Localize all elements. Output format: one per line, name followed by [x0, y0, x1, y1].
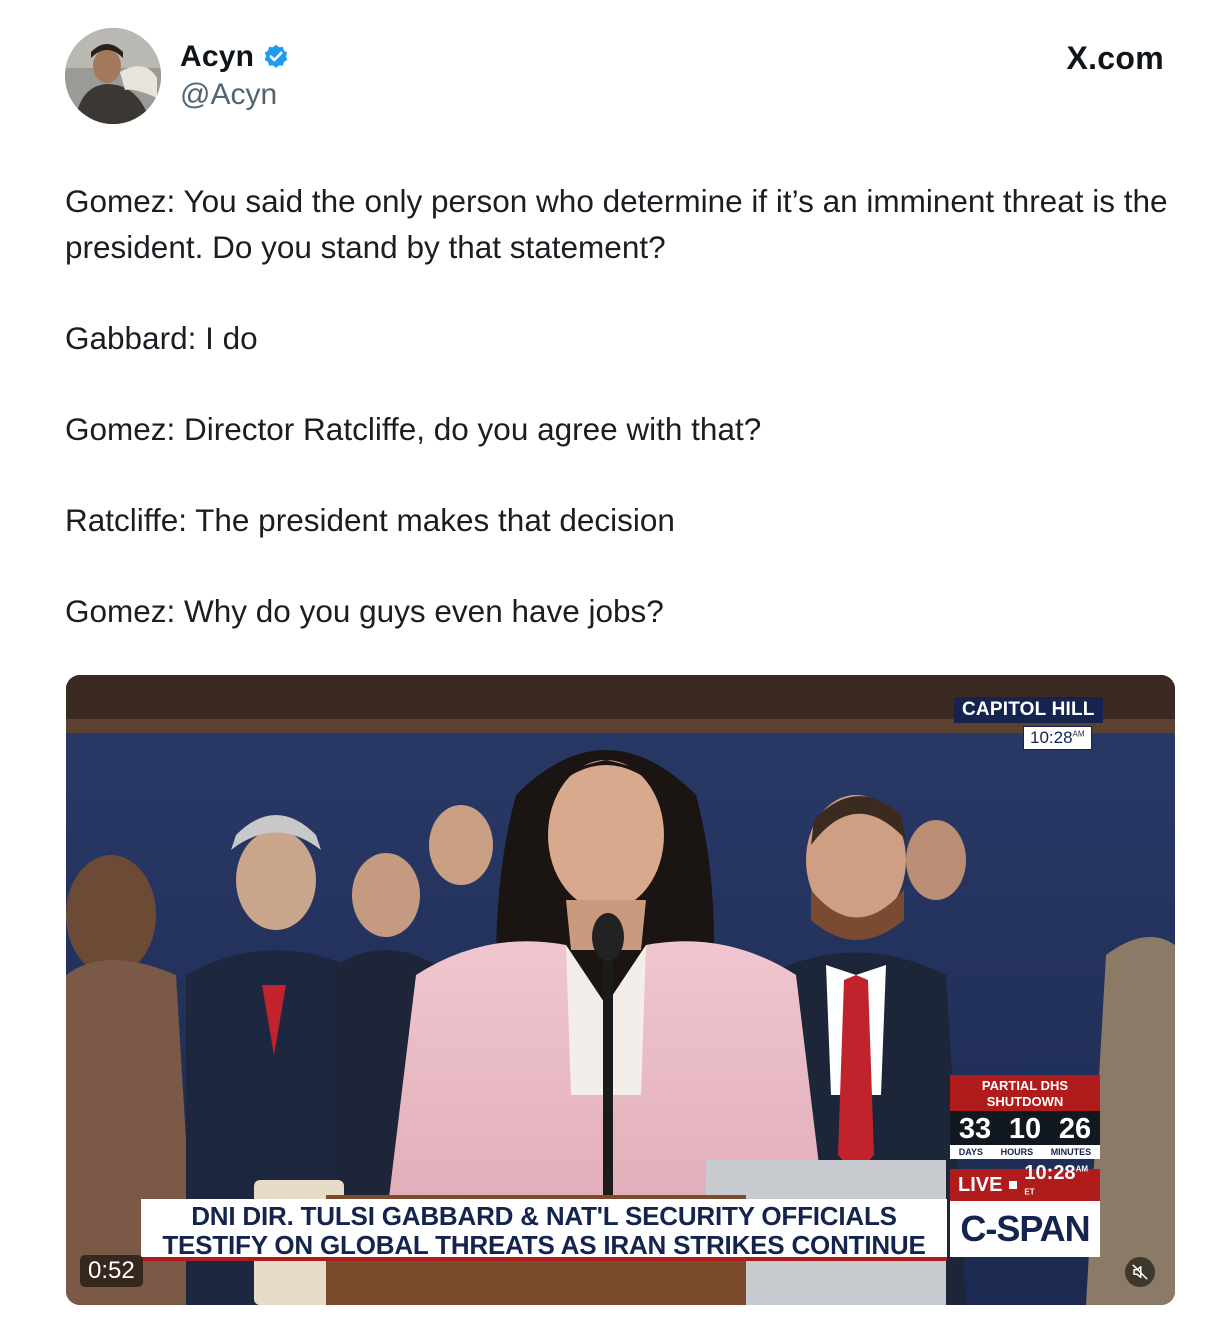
author-name-row: Acyn — [180, 40, 290, 74]
tweet-paragraph: Gomez: Director Ratcliffe, do you agree … — [65, 411, 762, 447]
site-label: X.com — [1066, 40, 1164, 76]
countdown-days: 33 — [958, 1112, 992, 1145]
headline-line-1: DNI DIR. TULSI GABBARD & NAT'L SECURITY … — [191, 1201, 897, 1231]
countdown-units: DAYS HOURS MINUTES — [950, 1145, 1100, 1159]
tweet-paragraph: Gomez: You said the only person who dete… — [65, 183, 1168, 265]
countdown-minutes: 26 — [1058, 1112, 1092, 1145]
video-duration: 0:52 — [80, 1255, 143, 1287]
tweet-paragraph: Gomez: Why do you guys even have jobs? — [65, 593, 664, 629]
live-dot-icon — [1009, 1181, 1018, 1189]
muted-speaker-icon[interactable] — [1125, 1257, 1155, 1287]
headline-line-2: TESTIFY ON GLOBAL THREATS AS IRAN STRIKE… — [162, 1230, 926, 1260]
shutdown-countdown: 33 10 26 — [950, 1111, 1100, 1147]
headline-chyron: DNI DIR. TULSI GABBARD & NAT'L SECURITY … — [141, 1199, 947, 1261]
tweet-paragraph: Ratcliffe: The president makes that deci… — [65, 502, 675, 538]
author-display-name[interactable]: Acyn — [180, 40, 254, 74]
shutdown-title: PARTIAL DHS SHUTDOWN — [950, 1075, 1100, 1113]
location-clock: 10:28AM — [1023, 726, 1092, 750]
author-avatar[interactable] — [65, 28, 161, 124]
network-logo: C-SPAN — [950, 1201, 1100, 1257]
video-player[interactable]: CAPITOL HILL 10:28AM PARTIAL DHS SHUTDOW… — [66, 675, 1175, 1305]
live-indicator: LIVE 10:28AM ET — [950, 1162, 1100, 1201]
author-handle[interactable]: @Acyn — [180, 78, 277, 112]
countdown-hours: 10 — [1008, 1112, 1042, 1145]
tweet-text: Gomez: You said the only person who dete… — [65, 178, 1175, 679]
location-chyron: CAPITOL HILL — [954, 697, 1103, 723]
tweet-paragraph: Gabbard: I do — [65, 320, 258, 356]
verified-badge-icon — [262, 43, 290, 71]
avatar-photo — [65, 28, 161, 124]
